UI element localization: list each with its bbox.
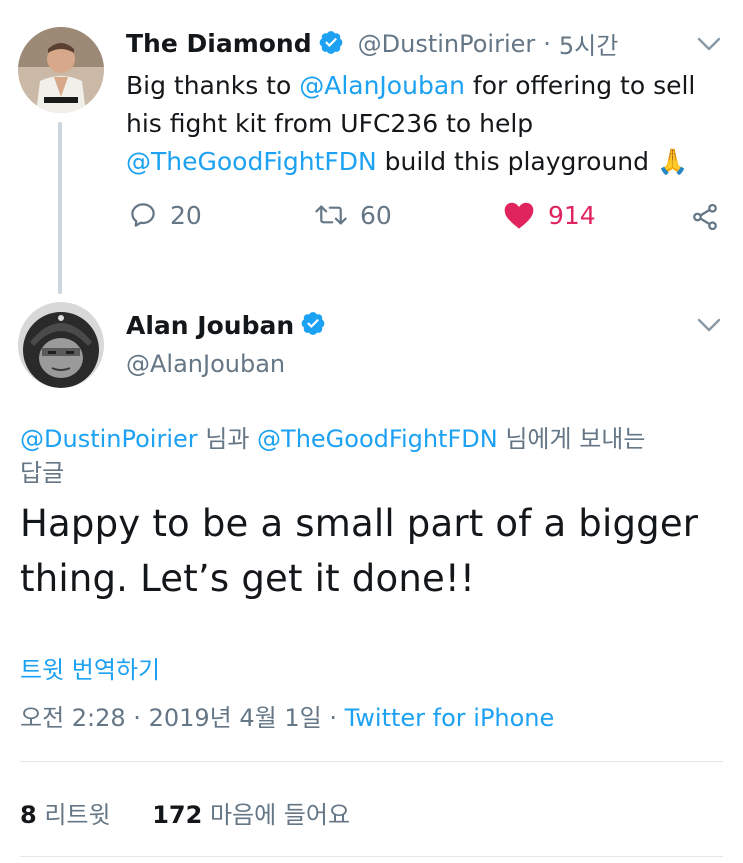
avatar-alan-jouban[interactable]: [18, 302, 104, 388]
reply-button[interactable]: 20: [128, 200, 202, 230]
reply-count: 20: [170, 200, 202, 230]
retweet-count: 60: [360, 200, 392, 230]
tweet1-header: The Diamond @DustinPoirier · 5시간: [126, 26, 618, 61]
handle[interactable]: @DustinPoirier: [358, 30, 536, 58]
tweet-timestamp: 오전 2:28 · 2019년 4월 1일 · Twitter for iPho…: [20, 698, 554, 733]
text-line: thing. Let’s get it done!!: [20, 557, 475, 600]
mention-link[interactable]: @AlanJouban: [299, 71, 465, 100]
chevron-down-icon[interactable]: [696, 34, 722, 58]
tweet1-text: Big thanks to @AlanJouban for offering t…: [126, 67, 736, 181]
display-name[interactable]: The Diamond: [126, 29, 312, 58]
text-segment: 답글: [20, 459, 65, 487]
display-name[interactable]: Alan Jouban: [126, 311, 294, 340]
like-button[interactable]: 914: [502, 200, 596, 230]
text-segment: build this playground 🙏: [376, 147, 689, 176]
retweets-count: 8: [20, 801, 37, 829]
likes-stat[interactable]: 172 마음에 들어요: [152, 801, 350, 829]
text-segment: Big thanks to: [126, 71, 300, 100]
retweet-icon: [315, 205, 347, 225]
chevron-down-icon[interactable]: [696, 315, 722, 339]
mention-link[interactable]: @TheGoodFightFDN: [257, 425, 498, 453]
timestamp-text[interactable]: 오전 2:28 · 2019년 4월 1일 ·: [20, 704, 345, 732]
reply-context: @DustinPoirier 님과 @TheGoodFightFDN 님에게 보…: [20, 422, 730, 490]
translate-tweet-link[interactable]: 트윗 번역하기: [20, 650, 160, 685]
text-segment: 님에게 보내는: [497, 425, 646, 453]
like-count: 914: [548, 200, 596, 230]
heart-icon: [504, 202, 534, 229]
retweets-stat[interactable]: 8 리트윗: [20, 801, 111, 829]
separator: ·: [543, 29, 551, 58]
tweet2-header: Alan Jouban: [126, 310, 326, 340]
divider: [20, 856, 723, 857]
mention-link[interactable]: @TheGoodFightFDN: [126, 147, 377, 176]
likes-count: 172: [152, 801, 203, 829]
mention-link[interactable]: @DustinPoirier: [20, 425, 198, 453]
retweets-label: 리트윗: [36, 801, 111, 829]
text-segment: for offering to sell: [464, 71, 696, 100]
tweet-time[interactable]: 5시간: [559, 26, 618, 61]
engagement-stats: 8 리트윗 172 마음에 들어요: [20, 795, 350, 830]
reply-icon: [131, 203, 155, 227]
likes-label: 마음에 들어요: [202, 801, 351, 829]
verified-icon: [318, 29, 344, 59]
text-segment: 님과: [197, 425, 258, 453]
tweet2-text: Happy to be a small part of a bigger thi…: [20, 496, 735, 606]
text-segment: his fight kit from UFC236 to help: [126, 109, 534, 138]
verified-icon: [300, 310, 326, 340]
thread-line: [58, 122, 62, 294]
avatar-dustin-poirier[interactable]: [18, 27, 104, 113]
share-icon[interactable]: [690, 202, 720, 236]
handle[interactable]: @AlanJouban: [126, 350, 285, 378]
source-link[interactable]: Twitter for iPhone: [345, 704, 555, 732]
divider: [20, 761, 723, 762]
text-line: Happy to be a small part of a bigger: [20, 502, 699, 545]
retweet-button[interactable]: 60: [314, 200, 392, 230]
